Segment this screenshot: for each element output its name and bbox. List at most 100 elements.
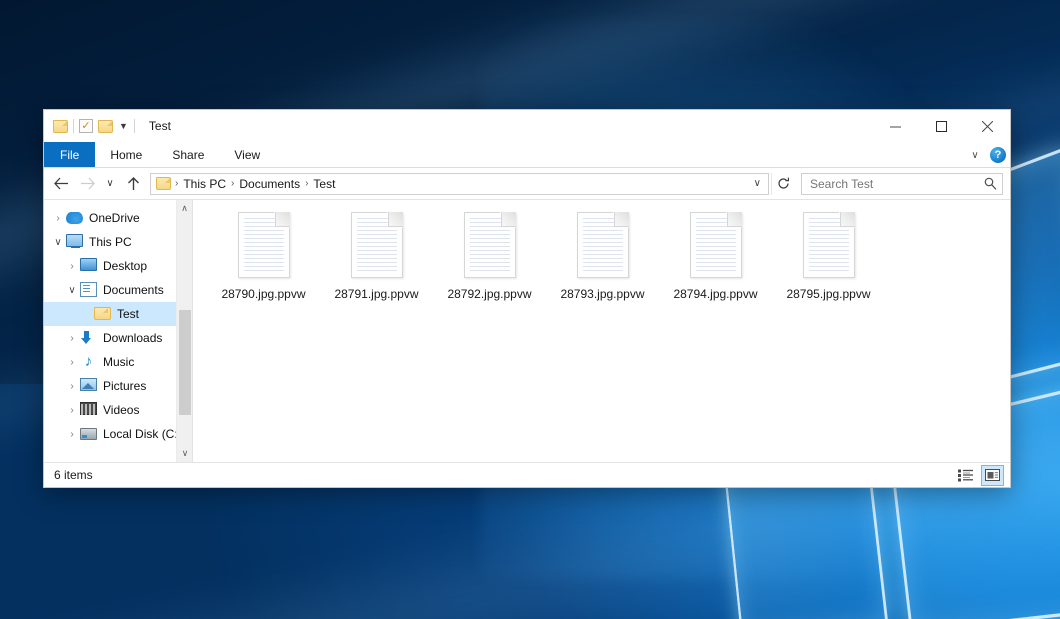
file-item[interactable]: 28793.jpg.ppvw: [546, 210, 659, 301]
file-name-label: 28795.jpg.ppvw: [786, 287, 870, 301]
pictures-icon: [80, 378, 97, 394]
sidebar-item-pictures[interactable]: › Pictures: [44, 374, 192, 398]
sidebar-item-test[interactable]: Test: [44, 302, 192, 326]
sidebar-item-label: Local Disk (C:): [103, 427, 182, 441]
folder-icon: [156, 177, 171, 190]
file-item[interactable]: 28791.jpg.ppvw: [320, 210, 433, 301]
item-count-label: 6 items: [54, 468, 93, 482]
maximize-button[interactable]: [918, 110, 964, 142]
tab-home[interactable]: Home: [95, 142, 157, 167]
sidebar-item-documents[interactable]: ∨ Documents: [44, 278, 192, 302]
chevron-down-icon[interactable]: ∨: [50, 237, 66, 248]
file-item[interactable]: 28794.jpg.ppvw: [659, 210, 772, 301]
desktop-icon: [80, 258, 97, 274]
file-name-label: 28794.jpg.ppvw: [673, 287, 757, 301]
sidebar-item-label: Desktop: [103, 259, 147, 273]
window-controls: [872, 110, 1010, 142]
generic-file-icon: [238, 212, 290, 278]
sidebar-item-label: Pictures: [103, 379, 146, 393]
file-name-label: 28791.jpg.ppvw: [334, 287, 418, 301]
folder-icon[interactable]: [53, 120, 68, 133]
back-button[interactable]: [48, 171, 74, 197]
new-folder-icon[interactable]: [98, 120, 113, 133]
tab-view[interactable]: View: [219, 142, 275, 167]
file-name-label: 28793.jpg.ppvw: [560, 287, 644, 301]
sidebar-item-label: Downloads: [103, 331, 162, 345]
breadcrumb-test[interactable]: Test: [309, 177, 339, 191]
sidebar-item-label: This PC: [89, 235, 132, 249]
sidebar-item-label: Test: [117, 307, 139, 321]
sidebar-item-desktop[interactable]: › Desktop: [44, 254, 192, 278]
file-item[interactable]: 28792.jpg.ppvw: [433, 210, 546, 301]
details-view-button[interactable]: [954, 465, 977, 486]
window-body: ›OneDrive ∨ This PC › Desktop ∨ Documents Test ›…: [44, 199, 1010, 462]
nav-scrollbar[interactable]: ∧ ∨: [176, 200, 192, 462]
generic-file-icon: [464, 212, 516, 278]
scrollbar-thumb[interactable]: [179, 310, 191, 415]
navigation-pane: ›OneDrive ∨ This PC › Desktop ∨ Documents Test ›…: [44, 200, 192, 462]
expand-ribbon-caret-icon[interactable]: ∨: [967, 150, 983, 161]
sidebar-item-onedrive[interactable]: ›OneDrive: [44, 206, 192, 230]
file-icon-fold: [727, 212, 742, 227]
chevron-right-icon[interactable]: ›: [64, 429, 80, 440]
close-button[interactable]: [964, 110, 1010, 142]
generic-file-icon: [690, 212, 742, 278]
folder-icon: [94, 306, 111, 322]
videos-icon: [80, 402, 97, 418]
sidebar-item-videos[interactable]: ›Videos: [44, 398, 192, 422]
sidebar-item-label: Documents: [103, 283, 164, 297]
tab-share[interactable]: Share: [157, 142, 219, 167]
address-dropdown-caret-icon[interactable]: ∨: [747, 178, 768, 189]
file-item[interactable]: 28790.jpg.ppvw: [207, 210, 320, 301]
sidebar-item-music[interactable]: ›♪Music: [44, 350, 192, 374]
music-icon: ♪: [80, 354, 97, 370]
customize-caret-icon[interactable]: ▼: [118, 121, 129, 131]
downloads-icon: [80, 330, 97, 346]
generic-file-icon: [351, 212, 403, 278]
scroll-down-arrow-icon[interactable]: ∨: [177, 445, 192, 462]
file-explorer-window: ✓ ▼ Test File Home Share: [44, 110, 1010, 487]
scroll-up-arrow-icon[interactable]: ∧: [177, 200, 192, 217]
chevron-right-icon[interactable]: ›: [64, 381, 80, 392]
breadcrumb-this-pc[interactable]: This PC: [179, 177, 230, 191]
chevron-right-icon[interactable]: ›: [64, 357, 80, 368]
refresh-button[interactable]: [771, 173, 795, 195]
file-icon-fold: [840, 212, 855, 227]
chevron-right-icon[interactable]: ›: [64, 261, 80, 272]
sidebar-item-local-disk-c[interactable]: › Local Disk (C:): [44, 422, 192, 446]
chevron-right-icon[interactable]: ›: [64, 405, 80, 416]
minimize-button[interactable]: [872, 110, 918, 142]
recent-locations-caret-icon[interactable]: ∨: [100, 171, 120, 197]
desktop: ✓ ▼ Test File Home Share: [0, 0, 1060, 619]
file-list-pane[interactable]: 28790.jpg.ppvw 28791.jpg.ppvw 28792.jpg.pp…: [193, 200, 1010, 462]
file-icon-fold: [614, 212, 629, 227]
file-name-label: 28792.jpg.ppvw: [447, 287, 531, 301]
ribbon-tabs: File Home Share View ∨ ?: [44, 142, 1010, 168]
quick-access-toolbar: ✓ ▼ Test: [44, 119, 171, 133]
tab-file[interactable]: File: [44, 142, 95, 167]
large-icons-view-button[interactable]: [981, 465, 1004, 486]
onedrive-icon: [66, 210, 83, 226]
chevron-right-icon[interactable]: ›: [50, 213, 66, 224]
breadcrumb-documents[interactable]: Documents: [235, 177, 304, 191]
this-pc-icon: [66, 234, 83, 250]
properties-checkbox-icon[interactable]: ✓: [79, 119, 93, 133]
sidebar-item-downloads[interactable]: › Downloads: [44, 326, 192, 350]
ribbon-right-controls: ∨ ?: [967, 142, 1006, 168]
address-bar-row: ∨ › This PC › Documents › Test ∨ Search …: [44, 168, 1010, 199]
file-item[interactable]: 28795.jpg.ppvw: [772, 210, 885, 301]
sidebar-item-this-pc[interactable]: ∨ This PC: [44, 230, 192, 254]
chevron-down-icon[interactable]: ∨: [64, 285, 80, 296]
file-icon-fold: [275, 212, 290, 227]
chevron-right-icon[interactable]: ›: [64, 333, 80, 344]
forward-button[interactable]: [74, 171, 100, 197]
search-box[interactable]: Search Test: [801, 173, 1003, 195]
help-icon[interactable]: ?: [990, 147, 1006, 163]
address-bar[interactable]: › This PC › Documents › Test ∨: [150, 173, 769, 195]
search-icon: [984, 177, 997, 190]
documents-icon: [80, 282, 97, 298]
divider: [134, 119, 135, 133]
generic-file-icon: [577, 212, 629, 278]
search-input[interactable]: Search Test: [810, 177, 984, 191]
up-button[interactable]: [120, 171, 146, 197]
